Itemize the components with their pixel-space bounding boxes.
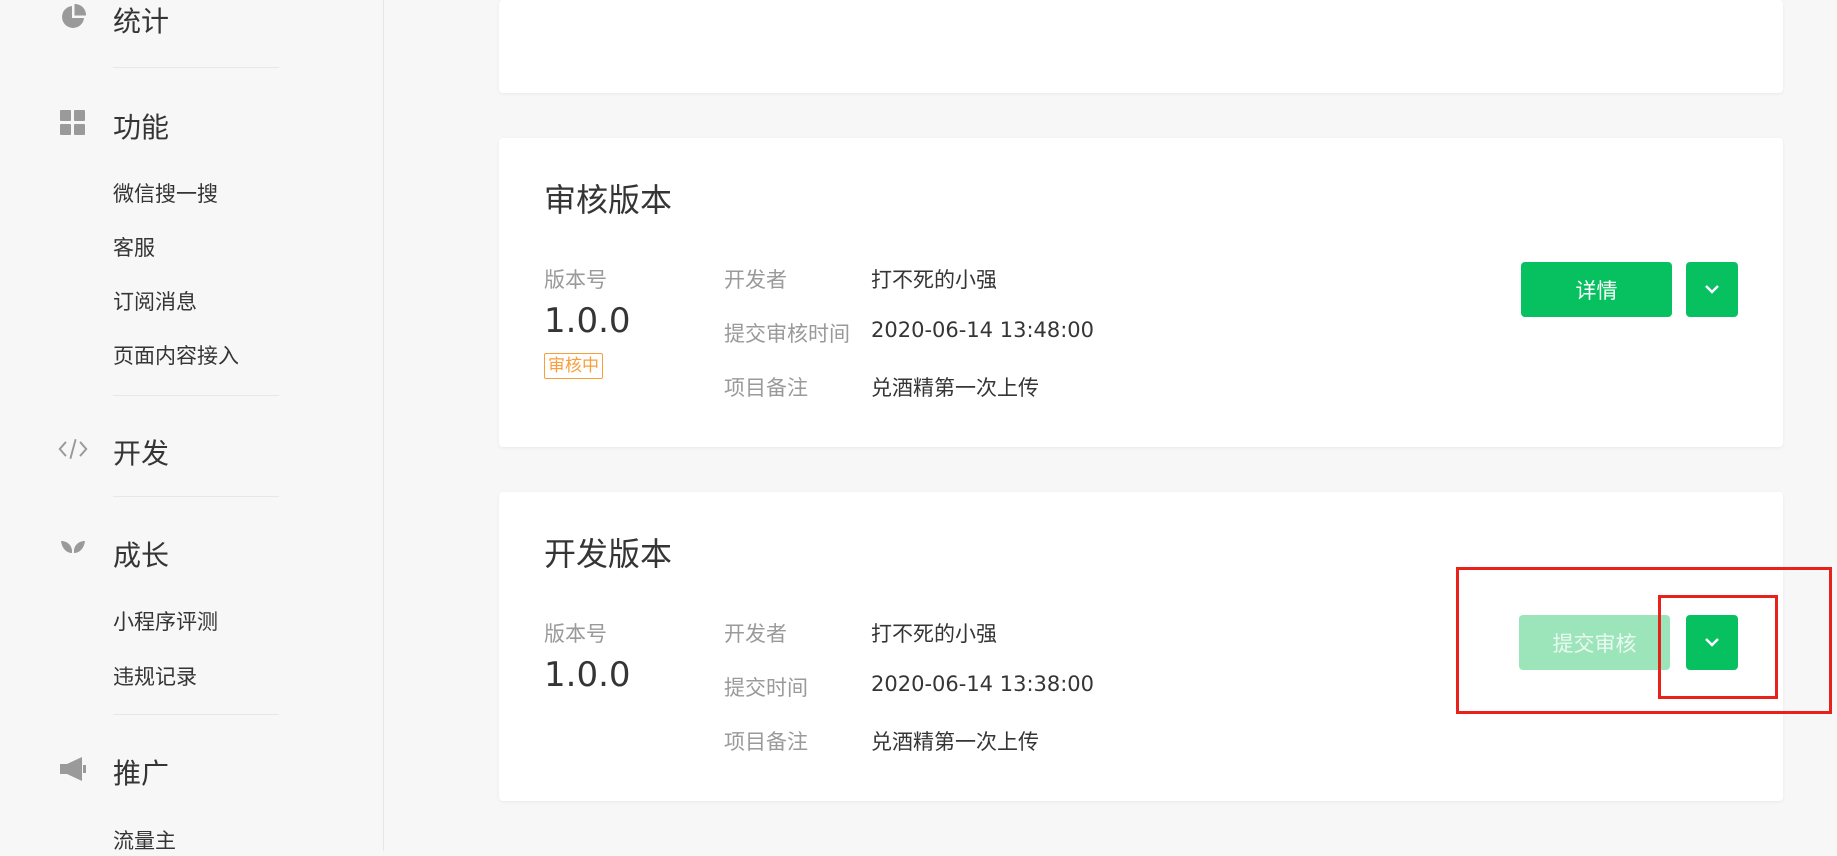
- sidebar: 统计 功能 微信搜一搜 客服 订阅消息 页面内容接入 开发 成长 小程序评测 违…: [0, 0, 384, 853]
- divider: [113, 714, 279, 715]
- nav-item-traffic-owner[interactable]: 流量主: [113, 826, 176, 856]
- nav-promote-label: 推广: [113, 757, 170, 790]
- card-title: 开发版本: [544, 535, 673, 573]
- developer-key: 开发者: [724, 268, 787, 292]
- nav-item-page-content[interactable]: 页面内容接入: [113, 341, 239, 371]
- megaphone-icon: [58, 754, 88, 784]
- status-badge: 审核中: [544, 353, 603, 379]
- divider: [113, 67, 279, 68]
- note-key: 项目备注: [724, 376, 808, 400]
- dev-version-card: 开发版本 版本号 1.0.0 开发者 打不死的小强 提交时间 2020-06-1…: [499, 492, 1783, 801]
- nav-develop-label: 开发: [113, 437, 170, 470]
- online-version-card: [499, 0, 1783, 93]
- divider: [113, 395, 279, 396]
- developer-value: 打不死的小强: [871, 268, 997, 292]
- note-value: 兑酒精第一次上传: [871, 730, 1039, 754]
- nav-features[interactable]: 功能: [0, 102, 384, 144]
- submit-time-value: 2020-06-14 13:38:00: [871, 672, 1095, 696]
- version-number: 1.0.0: [544, 655, 631, 695]
- nav-item-wechat-search[interactable]: 微信搜一搜: [113, 179, 218, 209]
- submit-time-key: 提交时间: [724, 676, 808, 700]
- nav-promote[interactable]: 推广: [0, 748, 384, 790]
- developer-value: 打不死的小强: [871, 622, 997, 646]
- developer-key: 开发者: [724, 622, 787, 646]
- submit-review-button[interactable]: 提交审核: [1519, 615, 1670, 670]
- nav-item-customer-service[interactable]: 客服: [113, 233, 155, 263]
- note-key: 项目备注: [724, 730, 808, 754]
- nav-growth-label: 成长: [113, 539, 170, 572]
- pie-chart-icon: [58, 2, 88, 32]
- nav-item-evaluation[interactable]: 小程序评测: [113, 607, 218, 637]
- nav-item-subscribe-message[interactable]: 订阅消息: [113, 287, 197, 317]
- nav-develop[interactable]: 开发: [0, 428, 384, 470]
- chevron-down-icon: [1703, 633, 1721, 652]
- sprout-icon: [58, 536, 88, 566]
- version-label: 版本号: [544, 268, 607, 292]
- grid-icon: [58, 108, 88, 138]
- review-more-dropdown[interactable]: [1686, 262, 1738, 317]
- nav-stats[interactable]: 统计: [0, 0, 384, 40]
- dev-more-dropdown[interactable]: [1686, 615, 1738, 670]
- submit-time-value: 2020-06-14 13:48:00: [871, 318, 1095, 342]
- note-value: 兑酒精第一次上传: [871, 376, 1039, 400]
- review-version-card: 审核版本 版本号 1.0.0 审核中 开发者 打不死的小强 提交审核时间 202…: [499, 138, 1783, 447]
- version-number: 1.0.0: [544, 301, 631, 341]
- chevron-down-icon: [1703, 280, 1721, 299]
- divider: [113, 496, 279, 497]
- card-title: 审核版本: [544, 181, 673, 219]
- nav-growth[interactable]: 成长: [0, 530, 384, 572]
- code-icon: [58, 434, 88, 464]
- nav-item-violations[interactable]: 违规记录: [113, 662, 197, 692]
- nav-stats-label: 统计: [113, 5, 170, 38]
- detail-button[interactable]: 详情: [1521, 262, 1672, 317]
- version-label: 版本号: [544, 622, 607, 646]
- nav-features-label: 功能: [113, 111, 170, 144]
- submit-time-key: 提交审核时间: [724, 322, 850, 346]
